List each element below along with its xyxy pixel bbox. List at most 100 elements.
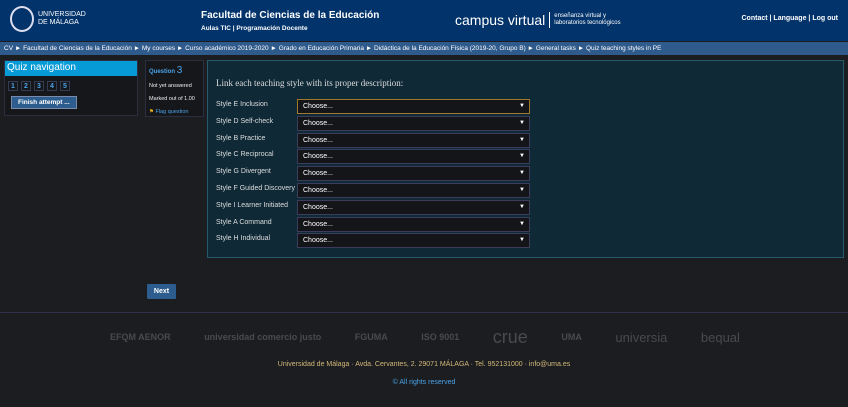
dropdown-arrow-icon: ▼ (519, 203, 525, 210)
campus-title: campus virtual (455, 12, 551, 28)
answer-select[interactable]: Choose... ▼ (297, 132, 530, 148)
question-status: Not yet answered (149, 83, 192, 89)
breadcrumb-item[interactable]: Quiz teaching styles in PE (586, 45, 662, 52)
quiz-nav-title: Quiz navigation (5, 61, 137, 76)
answer-select[interactable]: Choose... ▼ (297, 216, 530, 232)
breadcrumb-separator-icon: ► (363, 45, 374, 52)
breadcrumb-separator-icon: ► (268, 45, 279, 52)
partner-logo[interactable]: FGUMA (355, 332, 388, 342)
faculty-sublinks[interactable]: Aulas TIC | Programación Docente (201, 25, 379, 32)
style-label: Style E Inclusion (216, 101, 268, 108)
breadcrumb-separator-icon: ► (525, 45, 536, 52)
select-value: Choose... (303, 187, 333, 194)
dropdown-arrow-icon: ▼ (519, 119, 525, 126)
uma-logo[interactable]: UNIVERSIDAD DE MÁLAGA (10, 6, 86, 32)
faculty-title[interactable]: Facultad de Ciencias de la Educación (201, 10, 379, 21)
answer-select[interactable]: Choose... ▼ (297, 233, 530, 249)
breadcrumb-separator-icon: ► (13, 45, 24, 52)
match-row: Style H Individual Choose... ▼ (216, 233, 536, 249)
dropdown-arrow-icon: ▼ (519, 153, 525, 160)
answer-select[interactable]: Choose... ▼ (297, 149, 530, 165)
style-label: Style D Self-check (216, 117, 274, 125)
campus-virtual-logo[interactable]: campus virtual enseñanza virtual y labora… (455, 12, 621, 28)
logo-line: DE MÁLAGA (38, 19, 79, 26)
finish-attempt-button[interactable]: Finish attempt ... (11, 96, 77, 109)
breadcrumb-separator-icon: ► (575, 45, 586, 52)
breadcrumb-item[interactable]: My courses (142, 45, 175, 52)
partner-logo[interactable]: ISO 9001 (421, 332, 459, 342)
style-label: Style H Individual (216, 235, 271, 243)
breadcrumb-separator-icon: ► (175, 45, 186, 52)
question-info: Question 3 Not yet answered Marked out o… (145, 60, 204, 117)
select-value: Choose... (303, 237, 333, 245)
contact-link[interactable]: Contact (742, 15, 768, 22)
quiz-nav-question-button[interactable]: 1 (8, 81, 18, 91)
answer-select[interactable]: Choose... ▼ (297, 99, 530, 114)
question-number: 3 (176, 65, 183, 76)
question-prompt: Link each teaching style with its proper… (216, 78, 404, 88)
breadcrumb-item[interactable]: Curso académico 2019-2020 (185, 45, 268, 52)
dropdown-arrow-icon: ▼ (519, 136, 525, 143)
flag-icon: ⚑ (149, 109, 154, 115)
partner-logo[interactable]: universia (615, 330, 667, 345)
logout-link[interactable]: Log out (812, 15, 838, 22)
breadcrumb-item[interactable]: Facultad de Ciencias de la Educación (23, 45, 132, 52)
campus-sub: enseñanza virtual y (554, 13, 606, 19)
dropdown-arrow-icon: ▼ (519, 220, 525, 227)
answer-select[interactable]: Choose... ▼ (297, 166, 530, 182)
next-button[interactable]: Next (147, 284, 176, 299)
language-link[interactable]: Language (773, 15, 806, 22)
footer-address: Universidad de Málaga · Avda. Cervantes,… (277, 361, 571, 368)
select-value: Choose... (303, 220, 333, 228)
select-value: Choose... (303, 203, 333, 211)
quiz-nav-question-button[interactable]: 4 (47, 81, 57, 91)
flag-label: Flag question (155, 109, 189, 115)
select-value: Choose... (303, 103, 333, 110)
breadcrumb-separator-icon: ► (131, 45, 142, 52)
quiz-nav-question-button[interactable]: 3 (34, 81, 44, 91)
partner-logos: EFQM AENOR universidad comercio justo FGUM… (110, 320, 740, 354)
logo-line: UNIVERSIDAD (38, 11, 86, 18)
match-row: Style A Command Choose... ▼ (216, 216, 536, 232)
match-row: Style B Practice Choose... ▼ (216, 132, 536, 148)
breadcrumb-item[interactable]: Didáctica de la Educación Física (2019-2… (374, 45, 526, 52)
answer-select[interactable]: Choose... ▼ (297, 199, 530, 215)
quiz-nav-question-button[interactable]: 2 (21, 81, 31, 91)
uma-seal-icon (10, 6, 34, 32)
question-content: Link each teaching style with its proper… (207, 60, 844, 258)
breadcrumb-item[interactable]: CV (4, 45, 13, 52)
answer-select[interactable]: Choose... ▼ (297, 183, 530, 198)
answer-select[interactable]: Choose... ▼ (297, 115, 530, 131)
partner-logo[interactable]: EFQM AENOR (110, 332, 171, 342)
partner-logo[interactable]: crue (493, 327, 528, 348)
style-label: Style B Practice (216, 134, 266, 142)
quiz-nav-question-button[interactable]: 5 (60, 81, 70, 91)
quiz-navigation-block: Quiz navigation 12345 Finish attempt ... (4, 60, 138, 116)
match-row: Style C Reciprocal Choose... ▼ (216, 149, 536, 165)
select-value: Choose... (303, 153, 333, 161)
dropdown-arrow-icon: ▼ (519, 237, 525, 244)
question-mark: Marked out of 1.00 (149, 96, 195, 102)
style-label: Style A Command (216, 218, 272, 226)
partner-logo[interactable]: universidad comercio justo (204, 332, 321, 342)
select-value: Choose... (303, 119, 333, 127)
dropdown-arrow-icon: ▼ (519, 187, 525, 193)
dropdown-arrow-icon: ▼ (519, 170, 525, 177)
campus-sub: laboratorios tecnológicos (554, 20, 621, 26)
breadcrumb-item[interactable]: Grado en Educación Primaria (279, 45, 364, 52)
match-row: Style G Divergent Choose... ▼ (216, 166, 536, 182)
copyright-link[interactable]: © All rights reserved (0, 379, 848, 386)
match-row: Style I Learner Initiated Choose... ▼ (216, 199, 536, 215)
select-value: Choose... (303, 136, 333, 144)
flag-question-link[interactable]: ⚑ Flag question (149, 109, 200, 115)
partner-logo[interactable]: UMA (561, 332, 582, 342)
site-header: UNIVERSIDAD DE MÁLAGA Facultad de Ciencia… (0, 0, 848, 41)
partner-logo[interactable]: bequal (701, 330, 740, 345)
match-row: Style E Inclusion Choose... ▼ (216, 99, 536, 114)
match-row: Style F Guided Discovery Choose... ▼ (216, 183, 536, 198)
breadcrumb-item[interactable]: General tasks (536, 45, 576, 52)
style-label: Style C Reciprocal (216, 151, 274, 159)
footer-divider (0, 312, 848, 313)
style-label: Style F Guided Discovery (216, 185, 295, 192)
question-label: Question (149, 69, 176, 75)
